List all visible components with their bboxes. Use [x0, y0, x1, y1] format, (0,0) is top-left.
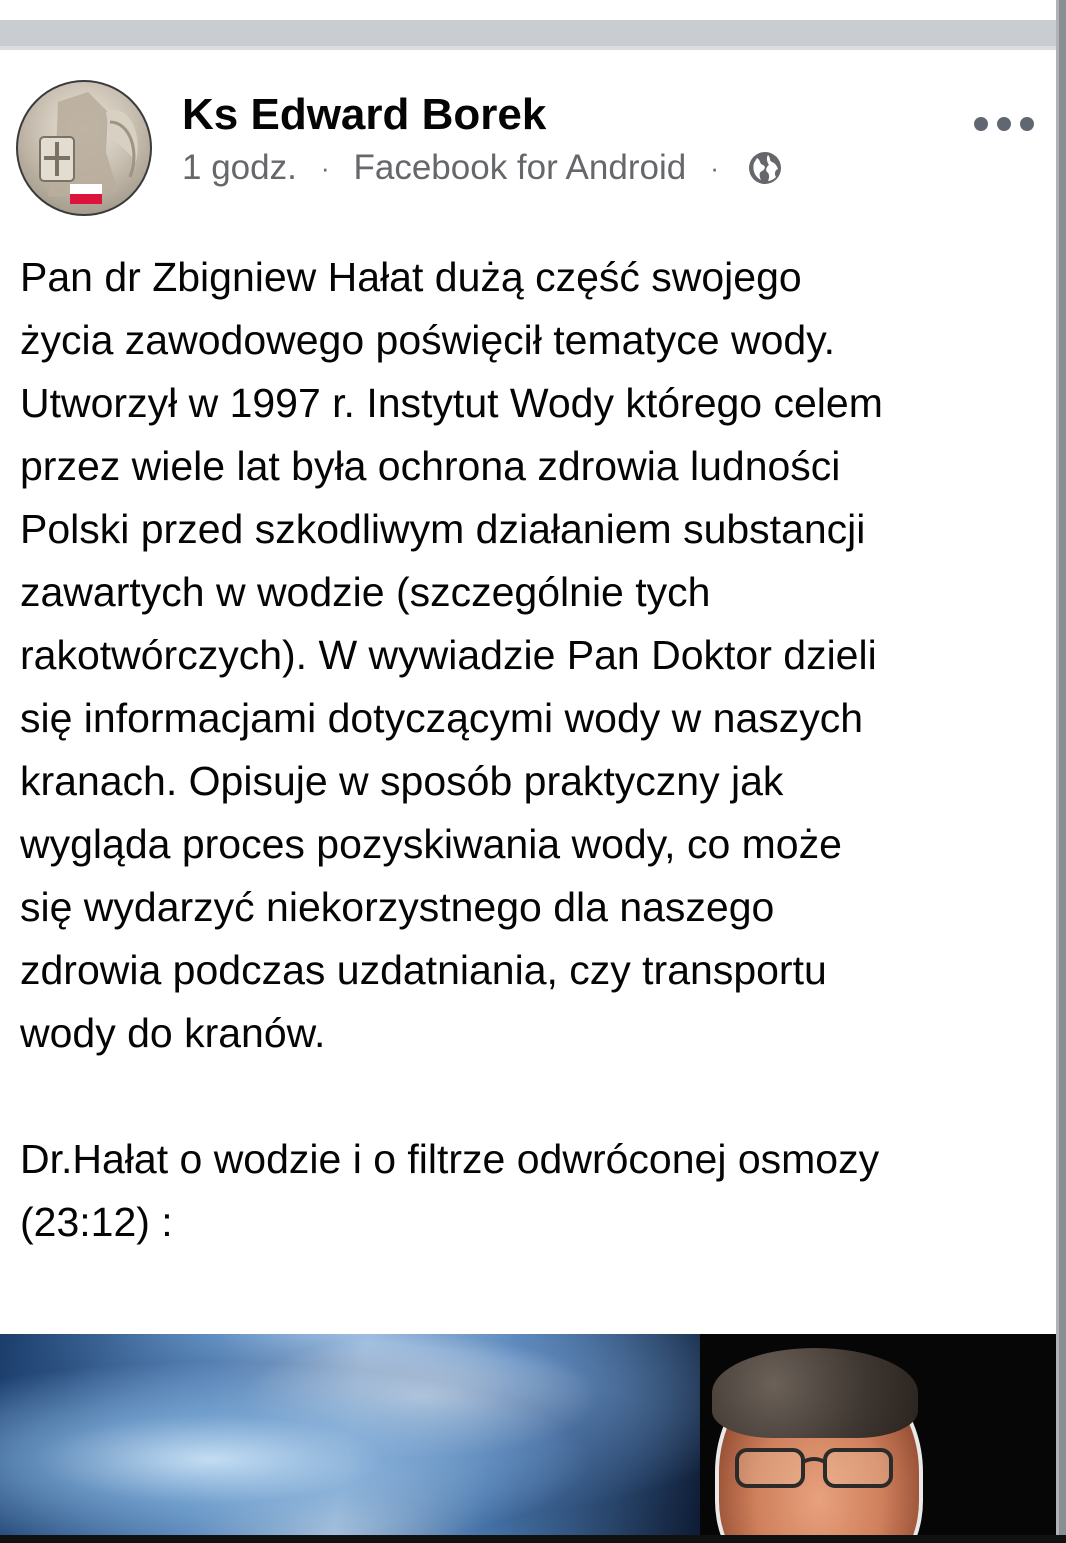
- meta-separator: ·: [320, 152, 330, 183]
- scrollbar[interactable]: [1056, 0, 1066, 1543]
- post-card: Ks Edward Borek 1 godz. · Facebook for A…: [0, 54, 1056, 1543]
- post-paragraph: Pan dr Zbigniew Hałat dużą część swojego…: [20, 254, 883, 1056]
- dot-icon: [1020, 117, 1034, 131]
- globe-icon[interactable]: [747, 150, 783, 186]
- more-options-icon[interactable]: [974, 112, 1034, 136]
- author-avatar[interactable]: [16, 80, 152, 216]
- person-hair: [712, 1348, 918, 1438]
- post-meta: 1 godz. · Facebook for Android ·: [182, 146, 783, 190]
- post-paragraph: Dr.Hałat o wodzie i o filtrze odwróconej…: [20, 1136, 880, 1245]
- post-time[interactable]: 1 godz.: [182, 148, 297, 188]
- bottom-edge: [0, 1535, 1066, 1543]
- water-image: [0, 1334, 700, 1543]
- author-name[interactable]: Ks Edward Borek: [182, 90, 546, 140]
- top-strip: [0, 0, 1066, 20]
- feed-divider: [0, 20, 1056, 50]
- dot-icon: [997, 117, 1011, 131]
- video-thumbnail[interactable]: [0, 1334, 1056, 1543]
- dot-icon: [974, 117, 988, 131]
- meta-separator: ·: [710, 152, 719, 183]
- post-body: Pan dr Zbigniew Hałat dużą część swojego…: [20, 246, 1050, 1254]
- glasses-graphic: [735, 1448, 893, 1488]
- post-source: Facebook for Android: [353, 148, 687, 187]
